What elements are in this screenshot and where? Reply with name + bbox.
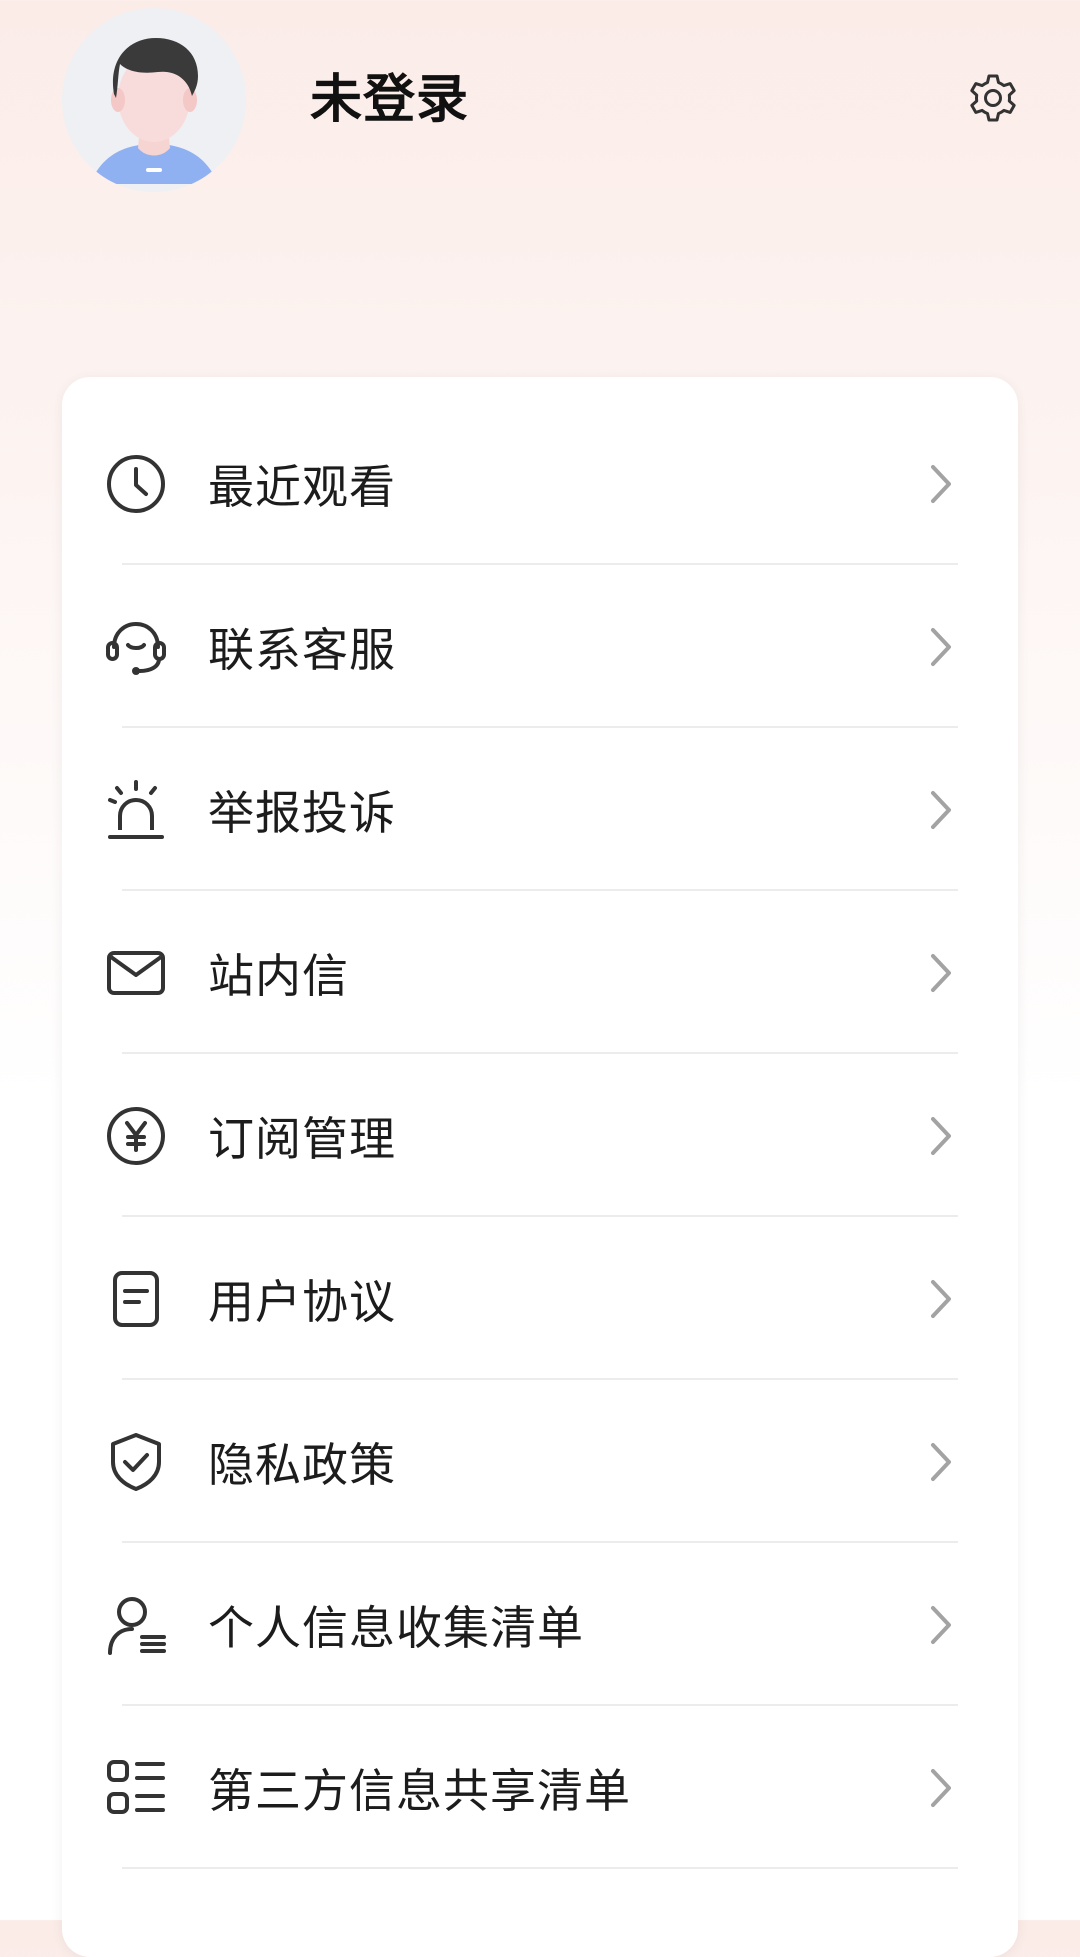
profile-header: 未登录 <box>0 0 1080 240</box>
menu-item-label: 用户协议 <box>208 1274 396 1329</box>
chevron-right-icon <box>928 1603 954 1647</box>
chevron-right-icon <box>928 951 954 995</box>
menu-item-personal-info-list[interactable]: 个人信息收集清单 <box>62 1543 1018 1706</box>
menu-item-recent[interactable]: 最近观看 <box>62 402 1018 565</box>
menu-card: 最近观看 联系客服 举报投诉 站内信 订阅管理 用户协议 隐私政策 个人信息收集… <box>62 377 1018 1957</box>
alarm-icon <box>104 778 168 842</box>
menu-item-customer-service[interactable]: 联系客服 <box>62 565 1018 728</box>
default-user-avatar-icon <box>62 8 246 192</box>
menu-item-label: 隐私政策 <box>208 1437 396 1492</box>
menu-item-label: 举报投诉 <box>208 785 396 840</box>
yen-coin-icon <box>104 1104 168 1168</box>
clock-icon <box>104 452 168 516</box>
menu-item-label: 个人信息收集清单 <box>208 1600 584 1655</box>
avatar[interactable] <box>62 8 246 192</box>
document-icon <box>104 1267 168 1331</box>
login-status[interactable]: 未登录 <box>310 66 469 134</box>
mail-icon <box>104 941 168 1005</box>
menu-item-report[interactable]: 举报投诉 <box>62 728 1018 891</box>
menu-item-privacy-policy[interactable]: 隐私政策 <box>62 1380 1018 1543</box>
menu-item-subscription[interactable]: 订阅管理 <box>62 1054 1018 1217</box>
menu-item-third-party-sharing-list[interactable]: 第三方信息共享清单 <box>62 1706 1018 1869</box>
chevron-right-icon <box>928 1114 954 1158</box>
menu-item-label: 订阅管理 <box>208 1111 396 1166</box>
chevron-right-icon <box>928 1277 954 1321</box>
gear-icon[interactable] <box>966 72 1020 126</box>
headset-icon <box>104 615 168 679</box>
list-icon <box>104 1756 168 1820</box>
shield-check-icon <box>104 1430 168 1494</box>
menu-item-user-agreement[interactable]: 用户协议 <box>62 1217 1018 1380</box>
divider <box>122 1867 958 1869</box>
chevron-right-icon <box>928 1766 954 1810</box>
menu-item-inbox[interactable]: 站内信 <box>62 891 1018 1054</box>
chevron-right-icon <box>928 625 954 669</box>
menu-item-label: 联系客服 <box>208 622 396 677</box>
menu-item-label: 第三方信息共享清单 <box>208 1763 631 1818</box>
chevron-right-icon <box>928 462 954 506</box>
person-list-icon <box>104 1593 168 1657</box>
menu-item-label: 站内信 <box>208 948 349 1003</box>
chevron-right-icon <box>928 1440 954 1484</box>
menu-item-label: 最近观看 <box>208 459 396 514</box>
chevron-right-icon <box>928 788 954 832</box>
